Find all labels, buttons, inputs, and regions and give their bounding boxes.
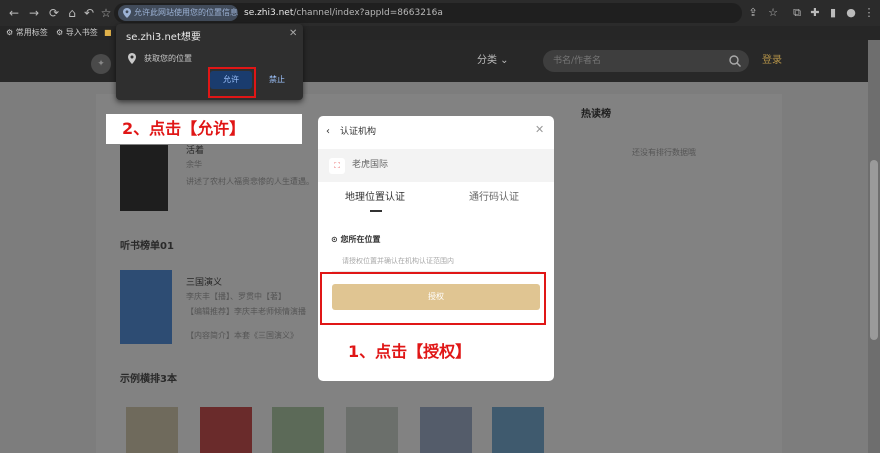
profile-icon[interactable]: ● [844, 5, 858, 21]
back-chevron-icon[interactable]: ‹ [326, 126, 330, 138]
home-icon[interactable]: ⌂ [64, 5, 80, 21]
permission-request: 获取您的位置 [144, 54, 192, 63]
book1-author: 余华 [186, 160, 202, 169]
address-bar[interactable]: 允许此网站使用您的位置信息? se.zhi3.net/channel/index… [114, 3, 742, 23]
location-input[interactable]: 请授权位置并确认在机构认证范围内 [332, 251, 540, 272]
permission-host: se.zhi3.net想要 [126, 32, 201, 43]
undo-icon[interactable]: ↶ [81, 5, 97, 21]
url-path: /channel/index?appId=8663216a [293, 8, 443, 18]
book2-desc2: 【内容简介】本套《三国演义》 [186, 331, 298, 340]
section-title-listen: 听书榜单01 [120, 241, 174, 252]
book-cover-huozhe[interactable] [120, 145, 168, 211]
search-icon[interactable] [729, 55, 741, 67]
extensions-icon[interactable]: ✚ [808, 5, 822, 21]
org-row: ⛶ 老虎国际 [318, 149, 554, 182]
close-icon[interactable]: ✕ [289, 29, 297, 39]
location-permission-chip[interactable]: 允许此网站使用您的位置信息? [118, 5, 238, 21]
location-pin-icon [128, 53, 136, 64]
page-scrollbar[interactable] [868, 40, 880, 453]
book2-title[interactable]: 三国演义 [186, 277, 222, 289]
tab-code-auth[interactable]: 通行码认证 [469, 191, 519, 205]
org-name: 老虎国际 [352, 160, 389, 170]
sample-book-4[interactable] [346, 407, 398, 453]
scroll-thumb[interactable] [870, 160, 878, 340]
hot-list-title: 热读榜 [581, 109, 611, 120]
sample-book-5[interactable] [420, 407, 472, 453]
sidebar-icon[interactable]: ▮ [826, 5, 840, 21]
highlight-allow [208, 67, 256, 98]
back-icon[interactable]: ← [6, 5, 22, 21]
step2-callout: 2、点击【允许】 [106, 114, 302, 144]
tab-active-underline [370, 210, 382, 212]
bookmark-common[interactable]: ⚙ 常用标签 [6, 26, 48, 40]
sample-book-1[interactable] [126, 407, 178, 453]
sample-book-6[interactable] [492, 407, 544, 453]
bookmark-import[interactable]: ⚙ 导入书签 [56, 26, 98, 40]
book2-authors: 李庆丰【播】、罗贯中【著】 [186, 292, 286, 301]
reload-icon[interactable]: ⟳ [46, 5, 62, 21]
highlight-authorize [320, 272, 546, 325]
sample-book-3[interactable] [272, 407, 324, 453]
section-title-sample: 示例横排3本 [120, 374, 177, 385]
location-label: ⊙ 您所在位置 [331, 235, 381, 244]
step1-callout: 1、点击【授权】 [348, 342, 472, 361]
tab-geo-auth[interactable]: 地理位置认证 [345, 191, 405, 205]
menu-icon[interactable]: ⋮ [862, 5, 876, 21]
bookmark-star-icon[interactable]: ☆ [766, 5, 780, 21]
org-logo-icon: ⛶ [329, 158, 345, 174]
login-link[interactable]: 登录 [762, 54, 782, 68]
book2-desc1: 【编辑推荐】李庆丰老师倾情演播 [186, 307, 306, 316]
star-icon[interactable]: ☆ [98, 5, 114, 21]
share-icon[interactable]: ⇪ [746, 5, 760, 21]
modal-title: 认证机构 [340, 127, 377, 137]
site-logo-icon[interactable]: ✦ [91, 54, 111, 74]
location-pin-icon [123, 8, 131, 18]
hot-list-empty: 还没有排行数据哦 [632, 148, 696, 157]
url-host: se.zhi3.net [244, 8, 294, 18]
block-button[interactable]: 禁止 [260, 71, 294, 89]
book1-desc: 讲述了农村人福贵悲惨的人生遭遇。 [186, 177, 314, 186]
sample-book-2[interactable] [200, 407, 252, 453]
book1-title[interactable]: 活着 [186, 145, 204, 157]
screenshot-icon[interactable]: ⧉ [790, 5, 804, 21]
book-cover-sanguo[interactable] [120, 270, 172, 344]
bookmark-folder-icon[interactable]: ■ [104, 26, 112, 40]
url-text[interactable]: se.zhi3.net/channel/index?appId=8663216a [244, 6, 443, 20]
category-menu[interactable]: 分类 ⌄ [477, 54, 509, 68]
site-search-input[interactable]: 书名/作者名 [543, 50, 749, 72]
forward-icon[interactable]: → [26, 5, 42, 21]
browser-toolbar: ← → ⟳ ⌂ ↶ ☆ 允许此网站使用您的位置信息? se.zhi3.net/c… [0, 0, 880, 26]
permission-chip-text: 允许此网站使用您的位置信息? [134, 8, 238, 17]
modal-close-icon[interactable]: ✕ [535, 124, 544, 136]
